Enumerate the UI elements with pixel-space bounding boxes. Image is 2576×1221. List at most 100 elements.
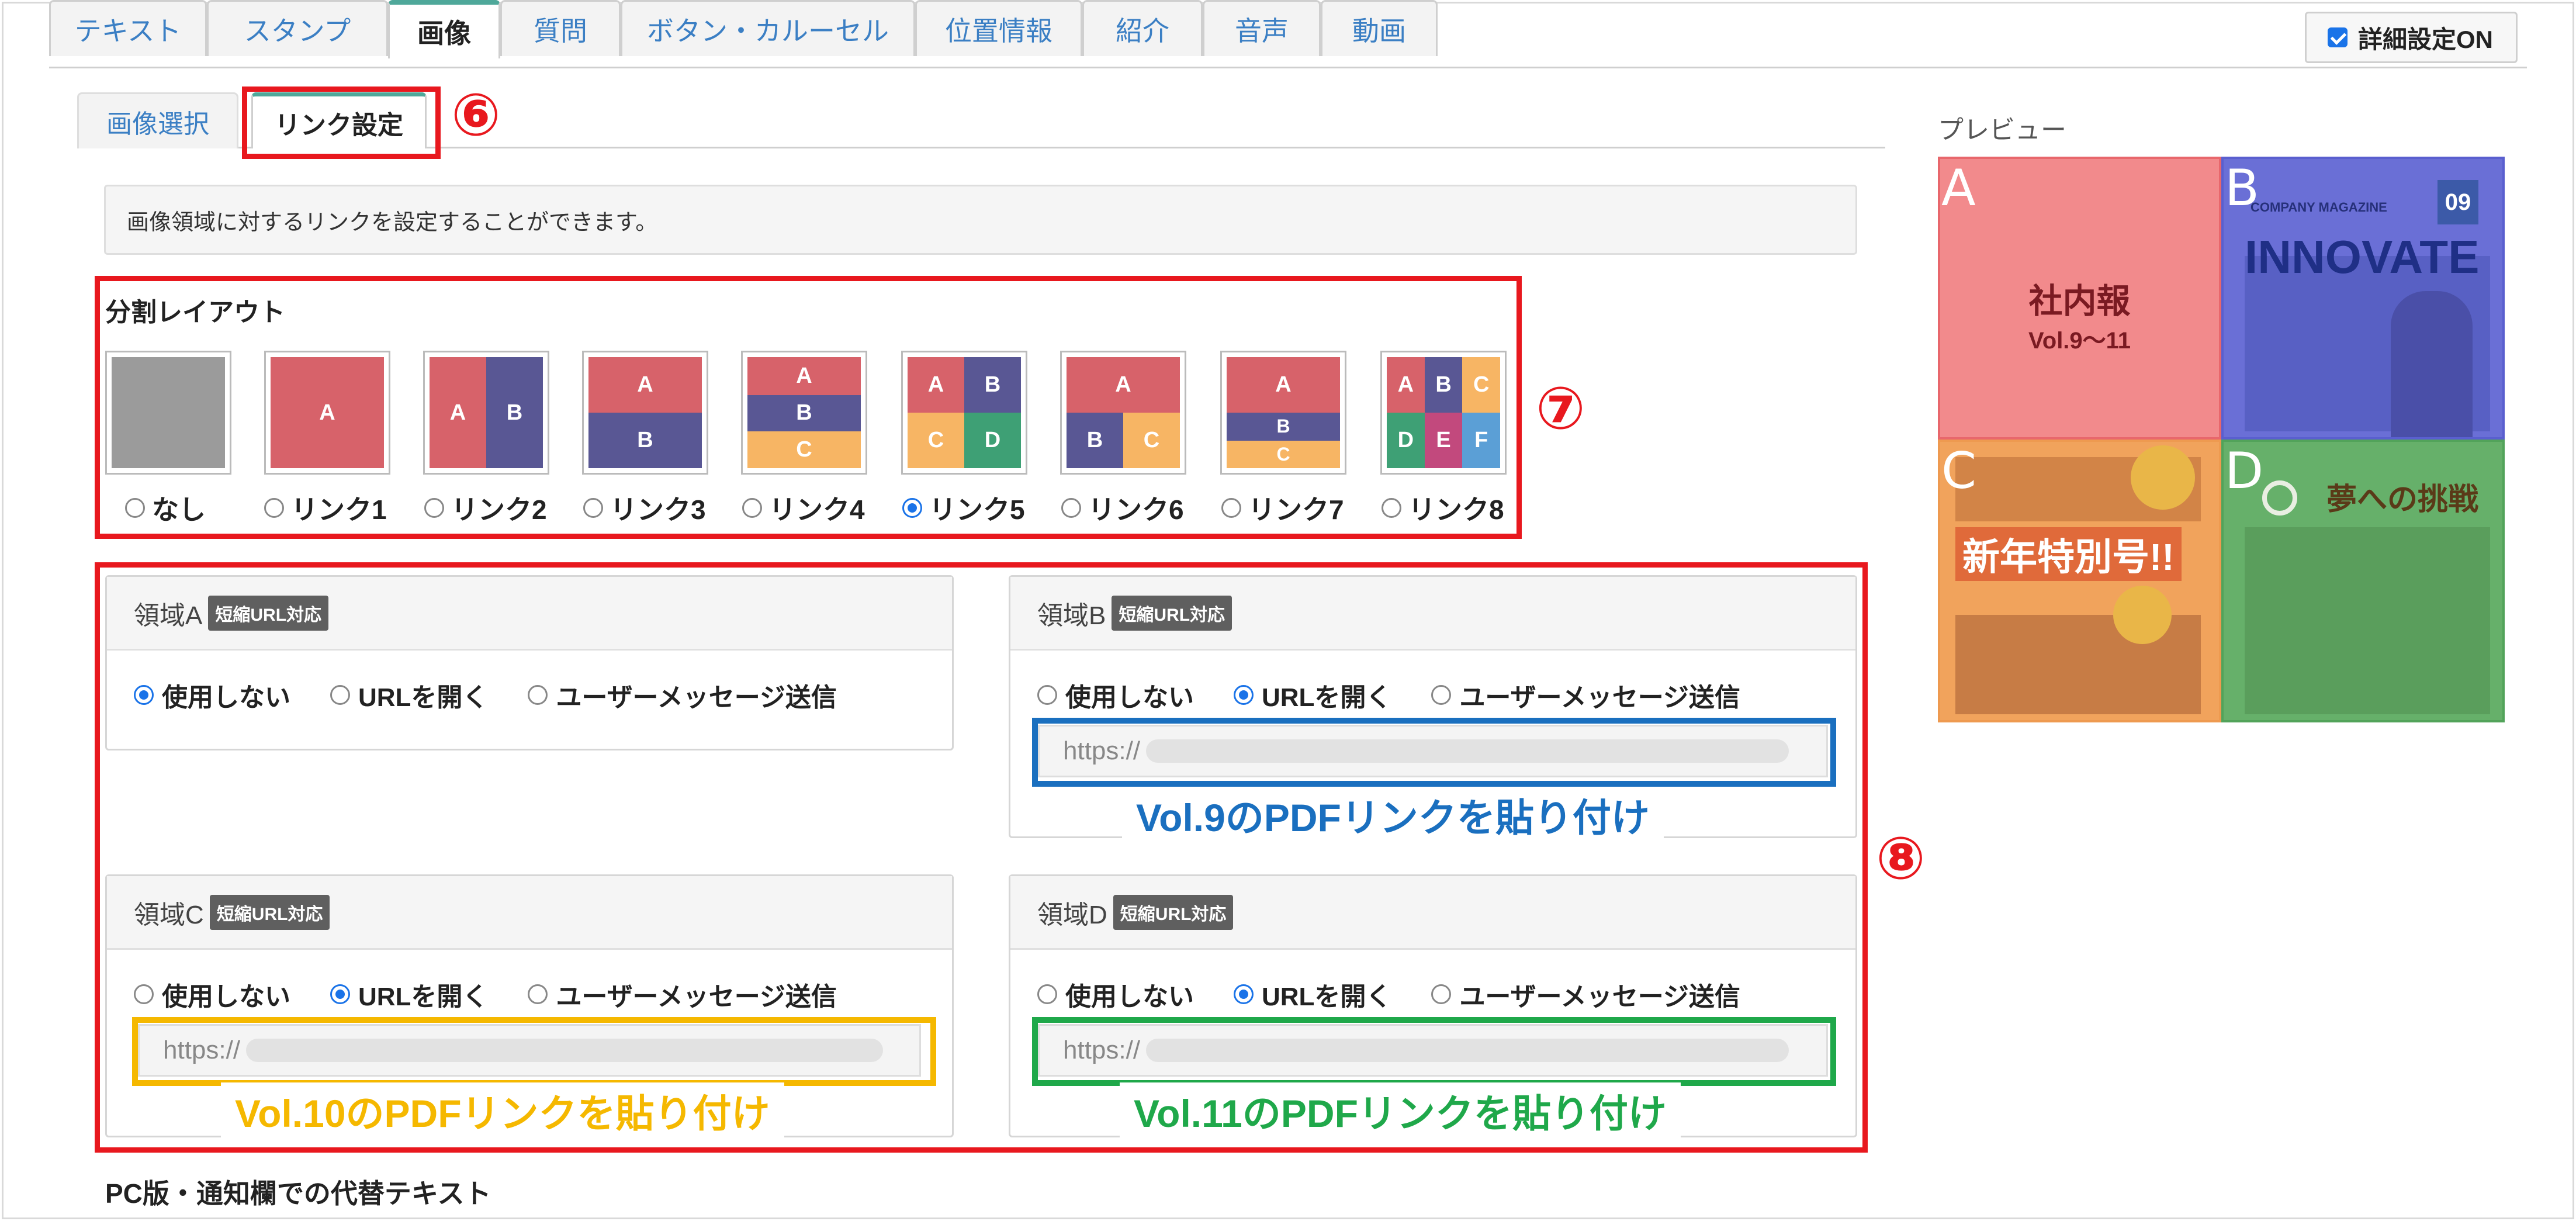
checkbox-checked-icon[interactable] — [2328, 27, 2348, 47]
layout-thumb-1[interactable]: A — [264, 351, 390, 475]
radio-icon[interactable] — [1037, 685, 1057, 705]
region-letter: A — [1941, 159, 1976, 217]
layout-thumb-5[interactable]: A B C D — [901, 351, 1027, 475]
radio-icon[interactable] — [1431, 984, 1452, 1004]
tab-video[interactable]: 動画 — [1321, 0, 1438, 56]
preview-region-d: D 夢への挑戦 — [2221, 440, 2505, 722]
layout-thumb-3[interactable]: A B — [582, 351, 708, 475]
info-message: 画像領域に対するリンクを設定することができます。 — [104, 185, 1857, 255]
radio-icon[interactable] — [1061, 498, 1081, 518]
short-url-badge: 短縮URL対応 — [208, 595, 329, 631]
short-url-badge: 短縮URL対応 — [1112, 595, 1232, 631]
layout-thumb-2[interactable]: A B — [423, 351, 549, 475]
layout-cell: C — [747, 431, 861, 468]
tab-stamp[interactable]: スタンプ — [207, 0, 388, 56]
region-d-header: 領域D 短縮URL対応 — [1010, 876, 1855, 950]
tab-text[interactable]: テキスト — [49, 0, 207, 56]
caption-vol11: Vol.11のPDFリンクを貼り付け — [1120, 1082, 1681, 1139]
layout-option-label: リンク3 — [610, 494, 706, 525]
layout-cell: E — [1424, 413, 1463, 468]
radio-icon[interactable] — [1221, 498, 1241, 518]
region-d-title: 領域D — [1037, 900, 1107, 929]
layout-option-label: なし — [152, 494, 206, 525]
radio-icon[interactable] — [424, 498, 444, 518]
radio-icon[interactable] — [134, 984, 154, 1004]
layout-option-label: リンク2 — [451, 494, 547, 525]
radio-icon[interactable] — [125, 498, 145, 518]
preview-b-issue: 09 — [2437, 180, 2478, 224]
radio-selected-icon[interactable] — [330, 984, 350, 1004]
layout-option-5[interactable]: リンク5 — [902, 489, 1025, 527]
preview-region-b: B COMPANY MAGAZINE 09 INNOVATE — [2221, 157, 2505, 440]
layout-option-7[interactable]: リンク7 — [1221, 489, 1344, 527]
option-label: 使用しない — [162, 983, 290, 1011]
layout-thumb-6[interactable]: A B C — [1060, 351, 1186, 475]
layout-option-6[interactable]: リンク6 — [1061, 489, 1184, 527]
layout-option-2[interactable]: リンク2 — [424, 489, 547, 527]
layout-cell — [112, 357, 225, 468]
region-b-title: 領域B — [1037, 601, 1106, 630]
layout-option-none[interactable]: なし — [125, 489, 206, 527]
radio-icon[interactable] — [1431, 685, 1452, 705]
layout-cell: A — [1387, 357, 1425, 413]
region-c-options: 使用しない URLを開く ユーザーメッセージ送信 — [134, 976, 837, 1013]
option-label: ユーザーメッセージ送信 — [1459, 983, 1740, 1011]
layout-cell: A — [430, 357, 486, 468]
option-label: ユーザーメッセージ送信 — [556, 683, 837, 712]
radio-icon[interactable] — [528, 984, 548, 1004]
tab-location[interactable]: 位置情報 — [915, 0, 1082, 56]
radio-icon[interactable] — [528, 685, 548, 705]
layout-cell: C — [1123, 413, 1180, 468]
radio-icon[interactable] — [264, 498, 284, 518]
radio-icon[interactable] — [1382, 498, 1401, 518]
radio-selected-icon[interactable] — [1234, 984, 1254, 1004]
region-a-title: 領域A — [134, 601, 203, 630]
tab-image[interactable]: 画像 — [388, 0, 500, 58]
region-b-header: 領域B 短縮URL対応 — [1010, 577, 1855, 651]
tab-button-carousel[interactable]: ボタン・カルーセル — [621, 0, 915, 56]
layout-option-8[interactable]: リンク8 — [1382, 489, 1504, 527]
preview-label: プレビュー — [1938, 116, 2066, 144]
layout-cell: A — [588, 357, 702, 413]
layout-cell: A — [1067, 357, 1180, 413]
option-label: ユーザーメッセージ送信 — [1459, 683, 1740, 712]
layout-thumb-none[interactable] — [105, 351, 231, 475]
layout-option-1[interactable]: リンク1 — [264, 489, 387, 527]
tab-audio[interactable]: 音声 — [1203, 0, 1321, 56]
radio-icon[interactable] — [742, 498, 762, 518]
layout-cell: B — [1424, 357, 1463, 413]
layout-cell: A — [747, 357, 861, 395]
tab-introduction[interactable]: 紹介 — [1082, 0, 1203, 56]
layout-option-3[interactable]: リンク3 — [583, 489, 706, 527]
layout-thumb-8[interactable]: A B C D E F — [1380, 351, 1507, 475]
preview-a-title: 社内報 — [2028, 282, 2131, 320]
annotation-box-6 — [242, 87, 441, 159]
radio-icon[interactable] — [583, 498, 603, 518]
tab-question[interactable]: 質問 — [500, 0, 621, 56]
preview-a-subtitle: Vol.9〜11 — [2028, 328, 2131, 354]
preview-c-title: 新年特別号!! — [1955, 527, 2182, 581]
radio-selected-icon[interactable] — [1234, 685, 1254, 705]
option-label: 使用しない — [162, 683, 290, 712]
caption-vol10: Vol.10のPDFリンクを貼り付け — [221, 1082, 784, 1139]
layout-cell: A — [908, 357, 964, 413]
region-c-title: 領域C — [134, 900, 204, 929]
option-label: URLを開く — [1262, 983, 1392, 1011]
radio-icon[interactable] — [330, 685, 350, 705]
detail-setting-toggle[interactable]: 詳細設定ON — [2305, 12, 2518, 63]
option-label: URLを開く — [358, 683, 489, 712]
layout-thumb-4[interactable]: A B C — [741, 351, 867, 475]
annotation-box-blue — [1032, 718, 1836, 787]
layout-thumb-7[interactable]: A B C — [1220, 351, 1346, 475]
preview-b-title: INNOVATE — [2245, 231, 2480, 283]
radio-selected-icon[interactable] — [134, 685, 154, 705]
option-label: ユーザーメッセージ送信 — [556, 983, 837, 1011]
region-letter: D — [2225, 442, 2264, 500]
layout-option-4[interactable]: リンク4 — [742, 489, 865, 527]
radio-selected-icon[interactable] — [902, 498, 922, 518]
region-a-header: 領域A 短縮URL対応 — [107, 577, 952, 651]
layout-cell: C — [908, 413, 964, 468]
subtab-image-select[interactable]: 画像選択 — [77, 92, 238, 148]
detail-setting-label: 詳細設定ON — [2358, 25, 2494, 53]
radio-icon[interactable] — [1037, 984, 1057, 1004]
